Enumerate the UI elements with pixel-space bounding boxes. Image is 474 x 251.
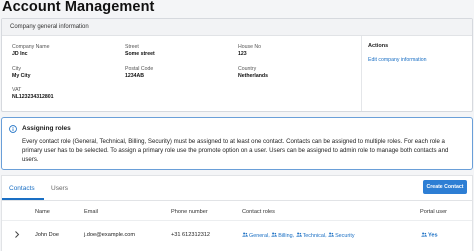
- field-label: City: [12, 66, 21, 72]
- field-street: Street Some street: [125, 44, 155, 58]
- users-icon: [328, 232, 334, 237]
- field-city: City My City: [12, 66, 30, 80]
- cell-email: j.doe@example.com: [84, 232, 136, 238]
- cell-name: John Doe: [35, 232, 59, 238]
- users-icon: [271, 232, 278, 237]
- assigning-roles-alert: Assigning roles Every contact role (Gene…: [1, 117, 473, 170]
- cell-portal-user: Yes: [421, 232, 438, 239]
- field-vat: VAT NL123234312801: [12, 87, 54, 101]
- create-contact-button[interactable]: Create Contact: [423, 180, 467, 194]
- column-header-portal-user[interactable]: Portal user: [420, 209, 447, 215]
- alert-body: Every contact role (General, Technical, …: [22, 138, 449, 163]
- role-general[interactable]: General: [242, 233, 268, 239]
- field-value: NL123234312801: [12, 94, 54, 100]
- field-value: My City: [12, 73, 31, 79]
- chevron-right-icon[interactable]: [13, 230, 21, 239]
- field-value: 123: [238, 51, 247, 57]
- cell-contact-roles: General, Billing, Technical, Security: [242, 232, 355, 239]
- field-postal-code: Postal Code 1234AB: [125, 66, 153, 80]
- edit-company-link[interactable]: Edit company information: [368, 57, 427, 63]
- column-header-roles[interactable]: Contact roles: [242, 209, 275, 215]
- column-header-name[interactable]: Name: [35, 209, 50, 215]
- role-label: Technical: [302, 232, 326, 239]
- tab-users[interactable]: Users: [51, 185, 68, 192]
- tabs-divider: [2, 200, 472, 201]
- field-value: 1234AB: [125, 73, 145, 79]
- info-icon: [9, 125, 17, 133]
- role-billing[interactable]: Billing: [271, 232, 293, 239]
- field-label: Postal Code: [125, 66, 154, 72]
- field-value: Netherlands: [238, 73, 268, 79]
- portal-user-value: Yes: [428, 232, 438, 239]
- actions-title: Actions: [368, 43, 389, 49]
- field-company-name: Company Name JD Inc: [12, 44, 49, 58]
- header-divider: [2, 220, 472, 221]
- field-value: Some street: [125, 51, 155, 57]
- company-info-card: Company general information Company Name…: [1, 18, 473, 112]
- field-label: Company Name: [12, 44, 50, 50]
- role-label: Billing: [278, 232, 293, 239]
- role-label: Security: [335, 232, 355, 239]
- role-label: General: [249, 232, 269, 239]
- users-icon: [421, 232, 427, 237]
- users-icon: [242, 232, 248, 237]
- field-house-no: House No 123: [238, 44, 261, 58]
- alert-title: Assigning roles: [22, 125, 71, 132]
- field-country: Country Netherlands: [238, 66, 268, 80]
- field-label: Country: [238, 66, 257, 72]
- column-header-email[interactable]: Email: [84, 209, 98, 215]
- page-title: Account Management: [2, 0, 155, 15]
- contacts-panel: Contacts Users Create Contact Name Email…: [1, 175, 473, 251]
- field-value: JD Inc: [12, 51, 28, 57]
- role-technical[interactable]: Technical: [295, 232, 326, 239]
- tab-contacts[interactable]: Contacts: [9, 185, 35, 192]
- column-header-phone[interactable]: Phone number: [171, 209, 208, 215]
- role-security[interactable]: Security: [328, 232, 355, 239]
- actions-divider: [361, 36, 362, 111]
- company-info-header: Company general information: [2, 19, 472, 36]
- users-icon: [295, 232, 302, 237]
- field-label: VAT: [12, 87, 22, 93]
- field-label: Street: [125, 44, 139, 50]
- field-label: House No: [238, 44, 262, 50]
- cell-phone: +31 612312312: [171, 232, 211, 238]
